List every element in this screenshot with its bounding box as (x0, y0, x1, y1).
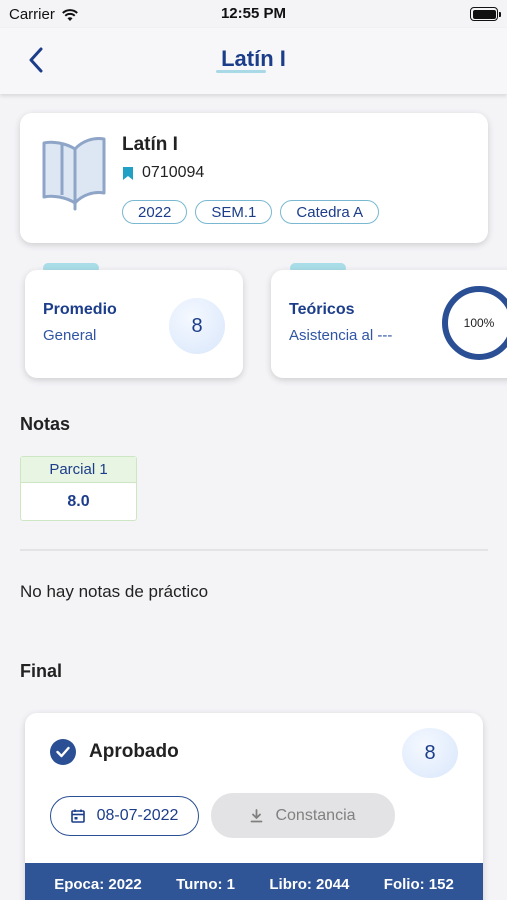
course-code: 0710094 (122, 164, 204, 182)
date-button[interactable]: 08-07-2022 (50, 796, 199, 836)
theory-title: Teóricos (289, 301, 355, 318)
status-time: 12:55 PM (220, 5, 287, 22)
certificate-button[interactable]: Constancia (211, 793, 395, 838)
status-bar: Carrier 12:55 PM (0, 0, 507, 28)
average-title: Promedio (43, 301, 117, 318)
grade-value: 8.0 (67, 492, 90, 510)
grade-label: Parcial 1 (21, 457, 136, 483)
nav-bar: Latín I (0, 28, 507, 94)
course-code-value: 0710094 (142, 164, 205, 181)
chip-semester: SEM.1 (195, 200, 273, 224)
footer-libro: Libro: 2044 (269, 876, 350, 893)
book-icon (42, 137, 106, 211)
final-section-title: Final (20, 661, 63, 681)
footer-folio: Folio: 152 (383, 876, 454, 893)
final-grade: 8 (402, 728, 458, 778)
final-status: Aprobado (89, 741, 179, 762)
average-card[interactable]: Promedio General 8 (25, 270, 243, 378)
battery-icon (470, 7, 501, 21)
average-value: 8 (169, 298, 225, 354)
page-title: Latín I (221, 46, 286, 71)
chip-year: 2022 (122, 200, 188, 224)
download-icon (251, 808, 263, 822)
certificate-label: Constancia (275, 806, 356, 824)
chip-catedra: Catedra A (280, 200, 380, 224)
course-title: Latín I (122, 134, 178, 155)
bookmark-icon (123, 166, 133, 180)
title-underline (216, 70, 266, 73)
notes-section-title: Notas (20, 414, 71, 434)
attendance-ring: 100% (442, 286, 507, 360)
final-footer: Epoca: 2022 Turno: 1 Libro: 2044 Folio: … (25, 863, 483, 900)
footer-epoca: Epoca: 2022 (54, 876, 142, 893)
theory-card[interactable]: Teóricos Asistencia al --- 100% (271, 270, 507, 378)
date-label: 08-07-2022 (96, 807, 179, 824)
theory-subtitle: Asistencia al --- (289, 327, 393, 344)
check-circle-icon (50, 739, 76, 765)
average-subtitle: General (43, 327, 97, 344)
course-card: Latín I 0710094 2022 SEM.1 Catedra A (20, 113, 488, 243)
course-chips: 2022 SEM.1 Catedra A (122, 200, 380, 224)
grade-box-parcial-1: Parcial 1 8.0 (20, 456, 137, 521)
final-card: Aprobado 8 08-07-2022 Constancia Epoca: … (25, 713, 483, 900)
calendar-icon (70, 809, 85, 823)
section-divider (20, 549, 488, 551)
empty-practice-message: No hay notas de práctico (20, 582, 209, 601)
footer-turno: Turno: 1 (176, 876, 235, 893)
attendance-percent: 100% (463, 316, 495, 330)
